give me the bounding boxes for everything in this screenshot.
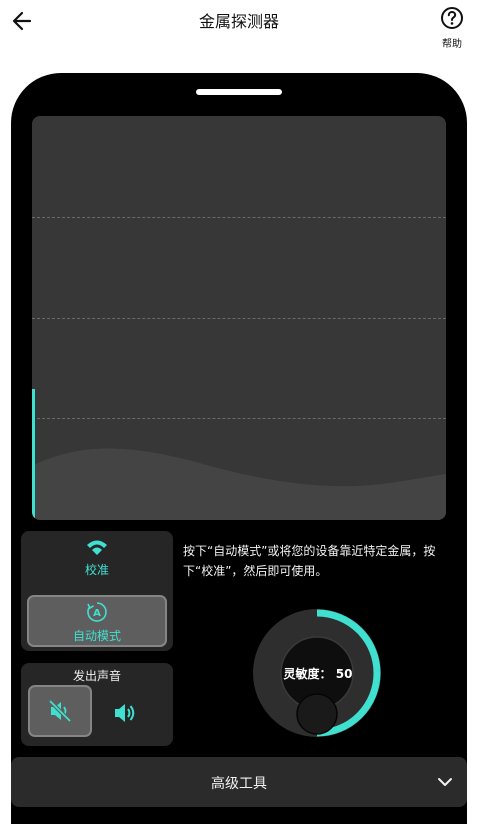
calibrate-button[interactable]: 校准 xyxy=(21,539,173,578)
signal-wave xyxy=(32,448,446,520)
svg-text:A: A xyxy=(93,608,101,619)
help-button[interactable]: 帮助 xyxy=(436,6,468,50)
advanced-tools-label: 高级工具 xyxy=(211,776,267,792)
mute-button[interactable] xyxy=(28,685,92,737)
dial-knob[interactable] xyxy=(296,693,338,735)
volume-mute-icon xyxy=(48,699,72,723)
help-icon xyxy=(441,7,463,29)
sensitivity-label: 灵敏度： 50 xyxy=(283,667,353,681)
auto-mode-label: 自动模式 xyxy=(72,629,121,643)
wifi-icon xyxy=(87,540,107,555)
signal-level-bar xyxy=(32,389,35,520)
auto-mode-icon: A xyxy=(87,602,107,622)
sensitivity-dial[interactable]: 灵敏度： 50 xyxy=(251,604,385,742)
advanced-tools-bar[interactable]: 高级工具 xyxy=(11,757,467,807)
page-title: 金属探测器 xyxy=(198,12,279,31)
sound-panel: 发出声音 xyxy=(21,663,173,746)
help-label: 帮助 xyxy=(442,39,462,50)
detector-screen xyxy=(32,116,446,520)
auto-mode-button[interactable]: A 自动模式 xyxy=(27,595,167,647)
calibrate-label: 校准 xyxy=(84,563,109,577)
mode-panel: 校准 A 自动模式 xyxy=(21,531,173,651)
top-bar: 金属探测器 帮助 xyxy=(0,0,478,60)
instruction-text: 按下“自动模式”或将您的设备靠近特定金属，按下“校准”，然后即可使用。 xyxy=(183,544,436,578)
chevron-down-icon xyxy=(438,778,452,786)
device-speaker xyxy=(196,89,282,95)
sound-title: 发出声音 xyxy=(72,669,121,683)
sound-on-button[interactable] xyxy=(111,699,139,727)
volume-up-icon xyxy=(115,704,135,722)
